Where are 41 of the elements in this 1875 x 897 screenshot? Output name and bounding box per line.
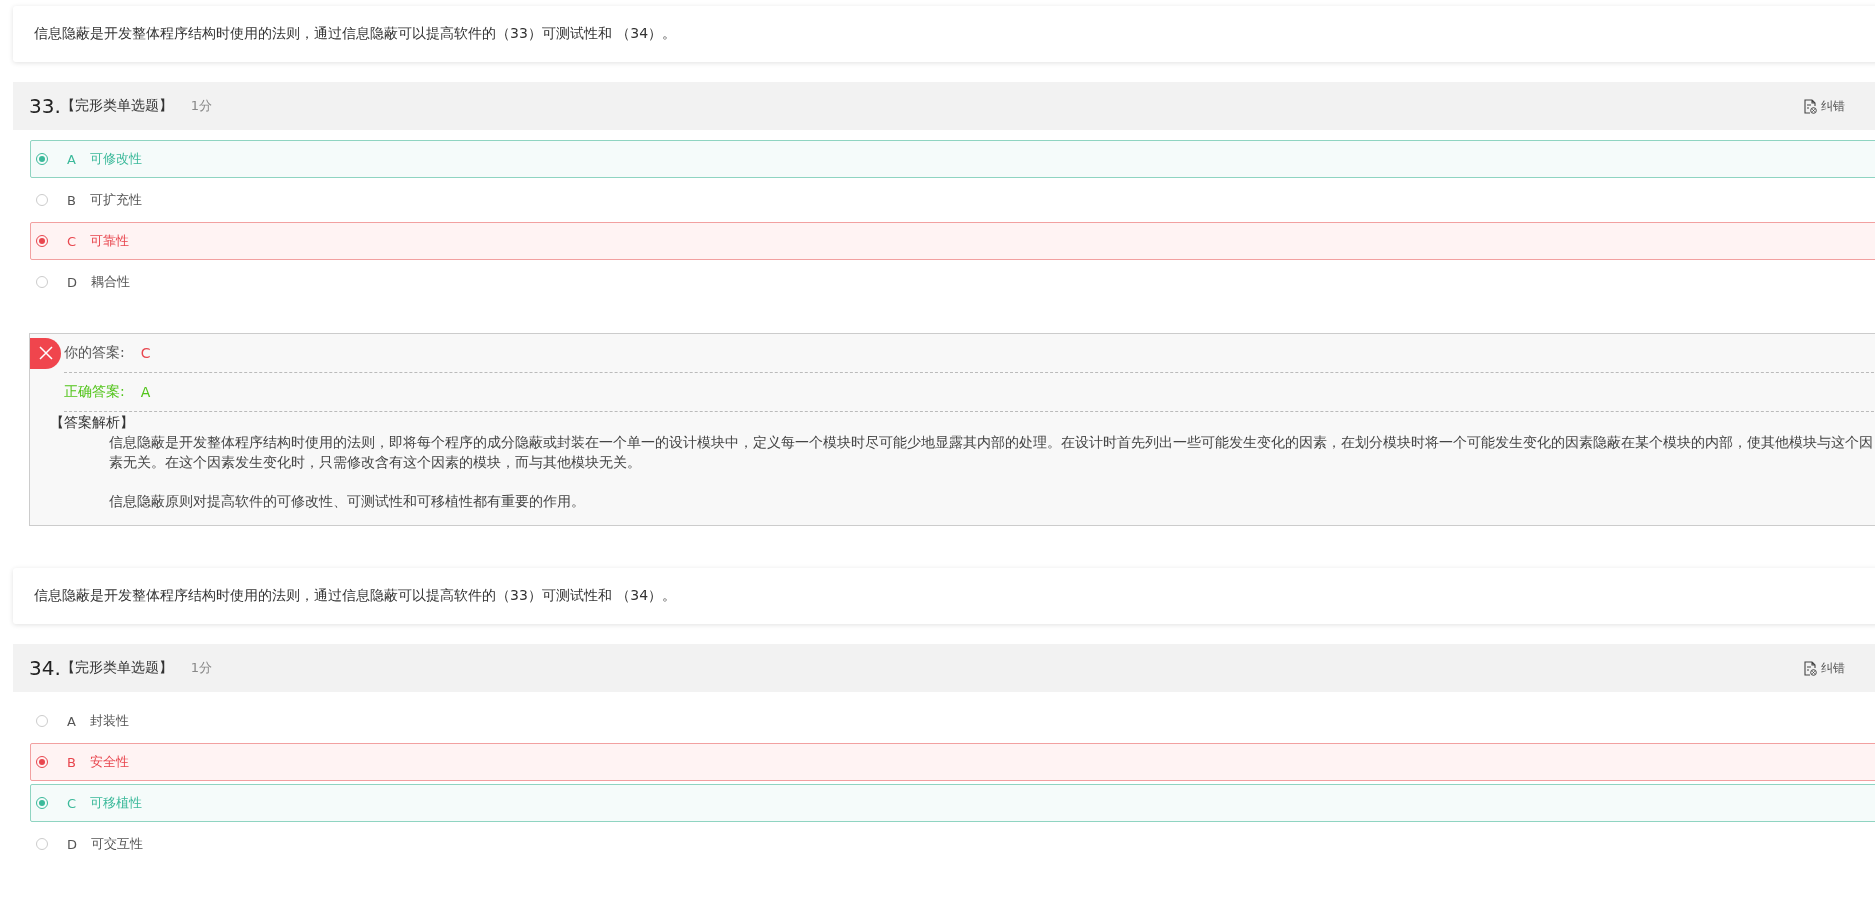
question-type: 【完形类单选题】 bbox=[60, 659, 173, 677]
answer-option[interactable]: A 封装性 bbox=[30, 702, 1875, 740]
question-score: 1分 bbox=[190, 659, 213, 677]
option-letter: B bbox=[67, 754, 76, 770]
option-text: 封装性 bbox=[89, 712, 129, 730]
option-text: 可交互性 bbox=[91, 835, 143, 853]
question-type: 【完形类单选题】 bbox=[60, 97, 173, 115]
analysis-paragraph: 信息隐蔽原则对提高软件的可修改性、可测试性和可移植性都有重要的作用。 bbox=[109, 492, 586, 511]
your-answer-label: 你的答案: bbox=[64, 344, 125, 362]
report-error-link[interactable]: 纠错 bbox=[1803, 97, 1845, 115]
question-number: 33. bbox=[29, 94, 61, 118]
option-letter: C bbox=[67, 233, 77, 249]
option-text: 可靠性 bbox=[90, 232, 130, 250]
analysis-paragraph: 信息隐蔽是开发整体程序结构时使用的法则，即将每个程序的成分隐蔽或封装在一个单一的设计模块中，定义每一个模块时尽可能少地显露其内部的处理。在设计时首先列出一些可能发生变化的因素，在划分模块时将一个可能发生变化的因素隐蔽在某个模块的内部，使其他模块与这个因素无关。在这个因素发生变化时，只需修改含有这个因素的模块，而与其他模块无关。 bbox=[109, 433, 1874, 472]
option-text: 可扩充性 bbox=[89, 191, 142, 209]
answer-option[interactable]: B 可扩充性 bbox=[30, 181, 1875, 219]
option-letter: B bbox=[67, 192, 76, 208]
answer-option[interactable]: B 安全性 bbox=[30, 743, 1875, 781]
answer-option[interactable]: D 可交互性 bbox=[30, 825, 1875, 863]
option-letter: D bbox=[67, 274, 77, 290]
option-letter: D bbox=[67, 836, 77, 852]
your-answer-value: C bbox=[140, 345, 151, 361]
question-stem: 信息隐蔽是开发整体程序结构时使用的法则，通过信息隐蔽可以提高软件的（33）可测试性和 （34）。 bbox=[34, 25, 677, 43]
option-letter: A bbox=[67, 151, 76, 167]
correct-answer-value: A bbox=[140, 384, 151, 400]
option-letter: C bbox=[67, 795, 77, 811]
analysis-title: 【答案解析】 bbox=[50, 414, 135, 432]
option-letter: A bbox=[67, 713, 76, 729]
correct-answer-label: 正确答案: bbox=[64, 383, 125, 401]
document-error-icon bbox=[1803, 660, 1817, 676]
question-score: 1分 bbox=[190, 97, 213, 115]
option-text: 可移植性 bbox=[90, 794, 143, 812]
report-error-link[interactable]: 纠错 bbox=[1803, 659, 1845, 677]
answer-option[interactable]: C 可靠性 bbox=[30, 222, 1875, 260]
document-error-icon bbox=[1803, 98, 1817, 114]
option-text: 安全性 bbox=[89, 753, 129, 771]
option-text: 耦合性 bbox=[91, 273, 130, 291]
question-stem: 信息隐蔽是开发整体程序结构时使用的法则，通过信息隐蔽可以提高软件的（33）可测试性和 （34）。 bbox=[34, 587, 677, 605]
answer-option[interactable]: D 耦合性 bbox=[30, 263, 1875, 301]
question-number: 34. bbox=[29, 656, 61, 680]
option-text: 可修改性 bbox=[89, 150, 142, 168]
